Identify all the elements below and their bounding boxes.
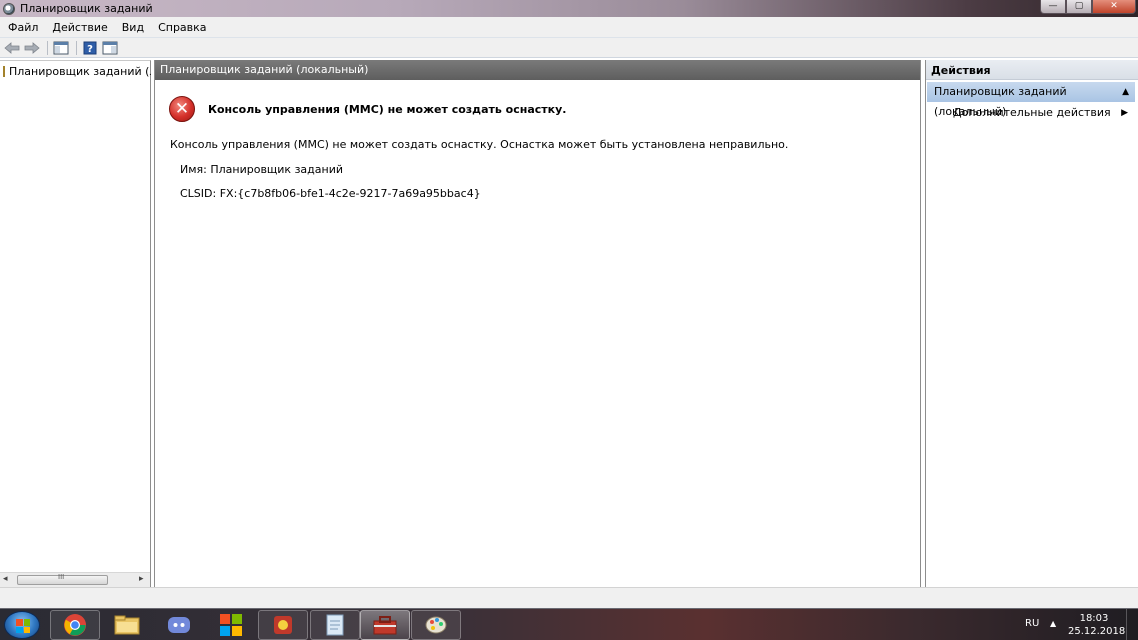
menu-file[interactable]: Файл: [0, 21, 45, 34]
show-hide-action-pane-icon[interactable]: [101, 40, 119, 56]
minimize-button[interactable]: —: [1040, 0, 1066, 14]
status-bar: [0, 587, 1138, 608]
notepad-icon: [326, 614, 344, 636]
scroll-left-icon[interactable]: ◂: [3, 574, 8, 584]
folder-icon: [114, 615, 140, 635]
back-arrow-icon[interactable]: [3, 40, 21, 56]
more-actions-item[interactable]: Дополнительные действия ▶: [926, 102, 1138, 122]
chrome-icon: [64, 614, 86, 636]
horizontal-scrollbar[interactable]: ◂ III ▸: [0, 572, 150, 587]
tree-item-task-scheduler[interactable]: Планировщик заданий (локальный): [3, 65, 151, 78]
error-description: Консоль управления (MMC) не может создат…: [170, 138, 789, 151]
show-hide-console-tree-icon[interactable]: [52, 40, 70, 56]
taskbar-paint-app[interactable]: [411, 610, 461, 640]
error-title: Консоль управления (MMC) не может создат…: [208, 102, 567, 116]
actions-pane: Действия Планировщик заданий (локальный)…: [925, 60, 1138, 587]
task-scheduler-app-icon: [3, 2, 15, 15]
collapse-caret-icon[interactable]: ▲: [1122, 82, 1129, 102]
paint-palette-icon: [425, 616, 447, 634]
result-pane-header: Планировщик заданий (локальный): [155, 60, 920, 80]
taskbar-notepad-app[interactable]: [310, 610, 360, 640]
toolbar: ?: [0, 38, 1138, 58]
taskbar-toolbox-app[interactable]: [360, 610, 410, 640]
taskbar-windows-logo-app[interactable]: [206, 610, 256, 640]
help-icon[interactable]: ?: [81, 40, 99, 56]
discord-icon: [168, 617, 190, 633]
clock-date: 25.12.2018: [1068, 626, 1126, 637]
snapin-clsid: CLSID: FX:{c7b8fb06-bfe1-4c2e-9217-7a69a…: [180, 187, 481, 200]
error-heading-row: ✕ Консоль управления (MMC) не может созд…: [169, 96, 566, 122]
menu-bar: Файл Действие Вид Справка: [0, 17, 1138, 38]
more-actions-label: Дополнительные действия: [953, 106, 1111, 119]
menu-help[interactable]: Справка: [151, 21, 213, 34]
scroll-right-icon[interactable]: ▸: [139, 574, 144, 584]
toolbox-icon: [373, 616, 397, 635]
scrollbar-grip-icon: III: [58, 573, 65, 581]
maximize-button[interactable]: ▢: [1066, 0, 1092, 14]
window-controls: — ▢ ✕: [1040, 0, 1136, 14]
red-app-icon: [274, 616, 292, 634]
result-pane: Планировщик заданий (локальный) ✕ Консол…: [154, 60, 921, 587]
show-hidden-icons-arrow-icon[interactable]: ▲: [1050, 619, 1056, 628]
clock-time: 18:03: [1079, 613, 1109, 624]
submenu-arrow-icon: ▶: [1121, 108, 1128, 118]
system-clock[interactable]: 18:03 25.12.2018: [1068, 612, 1126, 638]
taskbar-file-explorer[interactable]: [102, 610, 152, 640]
taskbar-chrome[interactable]: [50, 610, 100, 640]
menu-action[interactable]: Действие: [45, 21, 114, 34]
show-desktop-button[interactable]: [1126, 609, 1138, 640]
actions-group-task-scheduler[interactable]: Планировщик заданий (локальный) ▲: [927, 82, 1135, 118]
scheduler-folder-icon: [3, 66, 5, 77]
taskbar-red-app[interactable]: [258, 610, 308, 640]
console-tree-pane: Планировщик заданий (локальный) ◂ III ▸: [0, 60, 151, 587]
windows-flag-icon: [16, 619, 30, 633]
taskbar-discord[interactable]: [154, 610, 204, 640]
start-button[interactable]: [4, 611, 40, 639]
snapin-name: Имя: Планировщик заданий: [180, 163, 344, 176]
svg-text:?: ?: [87, 44, 93, 55]
windows-logo-icon: [220, 614, 242, 636]
tree-item-label: Планировщик заданий (локальный): [9, 65, 151, 78]
menu-view[interactable]: Вид: [115, 21, 151, 34]
title-bar: Планировщик заданий — ▢ ✕: [0, 0, 1138, 17]
toolbar-separator: [47, 40, 48, 55]
window-title: Планировщик заданий: [20, 2, 153, 15]
forward-arrow-icon[interactable]: [23, 40, 41, 56]
toolbar-separator: [76, 40, 77, 55]
actions-header: Действия: [926, 60, 1138, 80]
taskbar: RU ▲ 18:03 25.12.2018: [0, 608, 1138, 640]
error-icon: ✕: [169, 96, 195, 122]
language-indicator[interactable]: RU: [1025, 618, 1039, 629]
close-button[interactable]: ✕: [1092, 0, 1136, 14]
